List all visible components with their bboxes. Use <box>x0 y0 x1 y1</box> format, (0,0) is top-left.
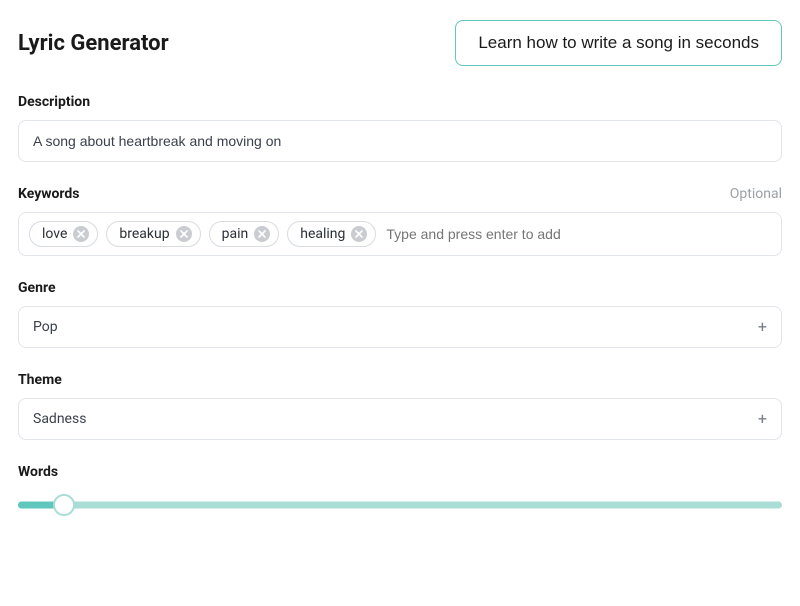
genre-select[interactable]: Pop + <box>18 306 782 348</box>
keywords-optional: Optional <box>730 186 782 202</box>
keywords-field[interactable]: love breakup pain healing <box>18 212 782 256</box>
plus-icon: + <box>758 411 767 427</box>
close-icon[interactable] <box>73 226 89 242</box>
genre-value: Pop <box>33 319 58 335</box>
tag-chip: healing <box>287 221 376 247</box>
slider-thumb[interactable] <box>53 494 75 516</box>
page-title: Lyric Generator <box>18 31 169 56</box>
close-icon[interactable] <box>176 226 192 242</box>
tag-label: pain <box>222 226 249 242</box>
description-label: Description <box>18 94 90 110</box>
theme-select[interactable]: Sadness + <box>18 398 782 440</box>
tag-chip: breakup <box>106 221 200 247</box>
description-block: Description <box>18 94 782 162</box>
words-label: Words <box>18 464 58 480</box>
genre-label: Genre <box>18 280 56 296</box>
theme-block: Theme Sadness + <box>18 372 782 440</box>
keywords-input[interactable] <box>384 222 771 246</box>
tag-label: breakup <box>119 226 169 242</box>
theme-value: Sadness <box>33 411 86 427</box>
words-block: Words <box>18 464 782 516</box>
close-icon[interactable] <box>351 226 367 242</box>
theme-label: Theme <box>18 372 62 388</box>
keywords-label: Keywords <box>18 186 80 202</box>
close-icon[interactable] <box>254 226 270 242</box>
tag-chip: pain <box>209 221 280 247</box>
keywords-block: Keywords Optional love breakup pain heal… <box>18 186 782 256</box>
slider-track <box>18 502 782 509</box>
description-input[interactable] <box>18 120 782 162</box>
learn-button[interactable]: Learn how to write a song in seconds <box>455 20 782 66</box>
plus-icon: + <box>758 319 767 335</box>
tag-label: love <box>42 226 67 242</box>
words-slider[interactable] <box>18 494 782 516</box>
tag-label: healing <box>300 226 345 242</box>
header-row: Lyric Generator Learn how to write a son… <box>18 20 782 66</box>
genre-block: Genre Pop + <box>18 280 782 348</box>
tag-chip: love <box>29 221 98 247</box>
